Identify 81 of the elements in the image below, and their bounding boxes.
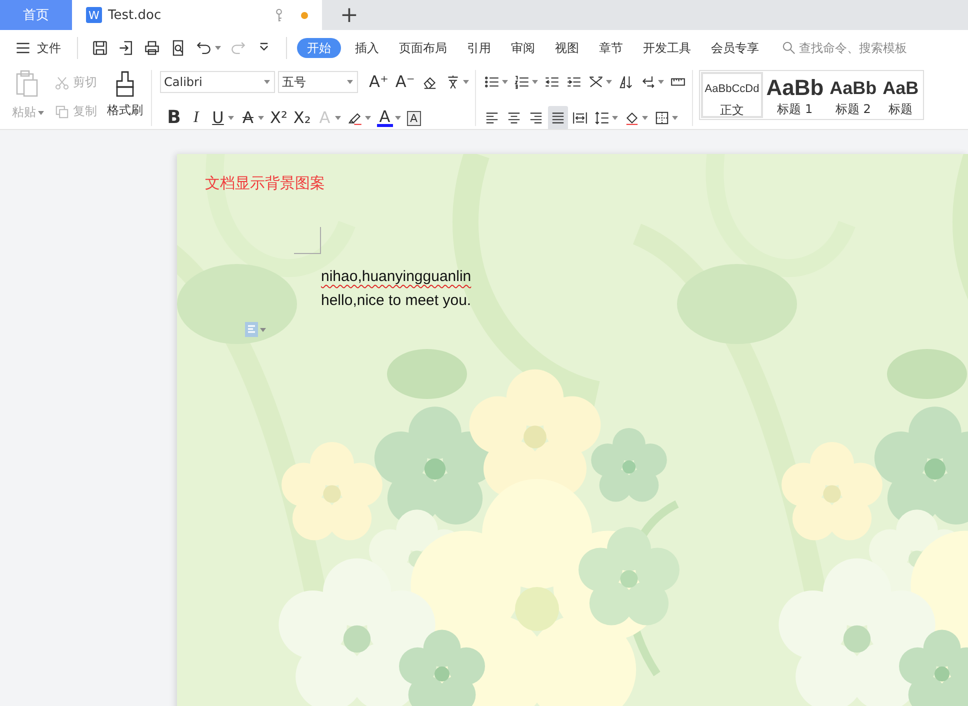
- font-color-button[interactable]: A: [374, 106, 403, 129]
- justify-button[interactable]: [548, 106, 568, 129]
- caret-icon: [347, 80, 353, 84]
- printer-icon: [143, 39, 161, 57]
- caret-icon: [606, 80, 612, 84]
- style-name: 正文: [720, 102, 744, 119]
- style-name: 标题: [888, 101, 913, 118]
- format-painter-button[interactable]: 格式刷: [103, 70, 147, 124]
- caret-icon: [228, 116, 234, 120]
- borders-icon: [654, 110, 670, 126]
- font-size-dropdown[interactable]: 五号: [278, 71, 358, 93]
- numbered-list-icon: [514, 74, 530, 90]
- distribute-icon: [572, 110, 588, 126]
- caret-icon: [642, 116, 648, 120]
- text-boundary-mark: [294, 227, 321, 254]
- caret-icon: [672, 116, 678, 120]
- document-text-line: hello,nice to meet you.: [321, 291, 472, 311]
- caret-icon: [658, 80, 664, 84]
- style-sample: AaBb: [830, 77, 877, 100]
- italic-button[interactable]: I: [186, 106, 206, 129]
- caret-icon: [260, 328, 266, 332]
- export-arrow-icon: [117, 39, 135, 57]
- style-preset[interactable]: AaBb 标题 2: [826, 72, 880, 118]
- font-name-dropdown[interactable]: Calibri: [160, 71, 275, 93]
- new-tab-button[interactable]: +: [336, 0, 362, 30]
- document-icon: [245, 322, 258, 337]
- style-sample: AaB: [882, 77, 919, 100]
- ribbon-tab[interactable]: 章节: [593, 38, 629, 58]
- style-sample: AaBb: [766, 75, 824, 101]
- superscript-button[interactable]: X²: [268, 106, 290, 129]
- style-name: 标题 2: [835, 101, 871, 118]
- ribbon-tab[interactable]: 会员专享: [705, 38, 765, 58]
- sort-icon: [618, 74, 634, 90]
- align-left-icon: [484, 110, 500, 126]
- paint-bucket-icon: [624, 110, 640, 126]
- bold-button[interactable]: B: [164, 106, 184, 129]
- file-menu-button[interactable]: 文件: [12, 39, 67, 57]
- caret-icon: [264, 80, 270, 84]
- subscript-button[interactable]: X₂: [291, 106, 313, 129]
- search-field[interactable]: 查找命令、搜索模板: [781, 40, 907, 56]
- caret-icon: [258, 116, 264, 120]
- header-text: 文档显示背景图案: [205, 174, 325, 192]
- shrink-font-button[interactable]: A⁻: [393, 70, 417, 94]
- ribbon-tab[interactable]: 引用: [461, 38, 497, 58]
- line-spacing-icon: [594, 110, 610, 126]
- caret-icon: [532, 80, 538, 84]
- caret-icon: [364, 116, 371, 120]
- style-preset[interactable]: AaBbCcDd 正文: [700, 72, 764, 118]
- copy-icon: [54, 104, 70, 120]
- caret-icon: [612, 116, 618, 120]
- ribbon-tab[interactable]: 视图: [549, 38, 585, 58]
- tab-label: Test.doc: [108, 8, 162, 22]
- bullet-list-icon: [484, 74, 500, 90]
- style-preset[interactable]: AaB 标题: [880, 72, 922, 118]
- cross-arrows-icon: [588, 74, 604, 90]
- ribbon-tab[interactable]: 页面布局: [393, 38, 453, 58]
- caret-icon: [394, 116, 401, 120]
- style-name: 标题 1: [777, 101, 813, 118]
- align-center-icon: [506, 110, 522, 126]
- underline-button[interactable]: U: [208, 106, 236, 129]
- caret-icon: [462, 80, 469, 84]
- caret-icon: [38, 110, 44, 114]
- document-icon: W: [86, 7, 102, 23]
- justify-icon: [550, 110, 566, 126]
- style-sample: AaBbCcDd: [704, 82, 760, 97]
- caret-icon: [502, 80, 508, 84]
- strikethrough-button[interactable]: A: [238, 106, 266, 129]
- style-preset[interactable]: AaBb 标题 1: [763, 72, 827, 118]
- search-icon: [781, 40, 797, 56]
- scissors-icon: [54, 74, 70, 90]
- ribbon-tab[interactable]: 审阅: [505, 38, 541, 58]
- caret-icon: [215, 46, 221, 50]
- ribbon-tab[interactable]: 开发工具: [637, 38, 697, 58]
- align-right-icon: [528, 110, 544, 126]
- caret-icon: [334, 116, 341, 120]
- paragraph-options-button[interactable]: [245, 322, 266, 337]
- grow-font-button[interactable]: A⁺: [367, 70, 390, 94]
- document-tab[interactable]: W Test.doc: [72, 0, 322, 30]
- return-arrow-icon: [640, 74, 656, 90]
- ribbon-tab[interactable]: 插入: [349, 38, 385, 58]
- document-text-line: nihao,huanyingguanlin: [321, 267, 472, 287]
